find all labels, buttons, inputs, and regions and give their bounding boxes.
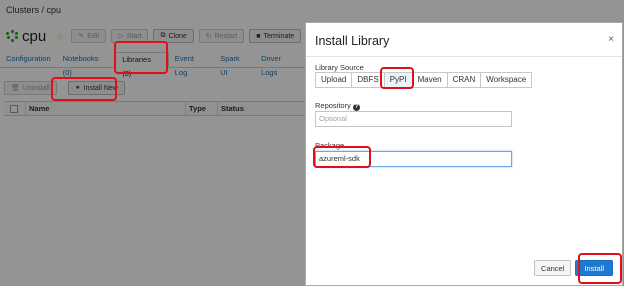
install-button[interactable]: Install [575,260,613,276]
source-dbfs[interactable]: DBFS [351,72,385,88]
help-icon[interactable]: ? [352,104,360,111]
source-pypi[interactable]: PyPI [383,72,413,88]
library-source-selector: Upload DBFS PyPI Maven CRAN Workspace [315,72,533,88]
close-icon[interactable]: × [608,34,614,45]
modal-footer: Cancel Install [534,260,613,276]
repository-input[interactable]: Optional [315,111,512,127]
repository-label-row: Repository ? [315,101,360,111]
modal-title: Install Library [315,34,390,48]
source-cran[interactable]: CRAN [446,72,482,88]
source-upload[interactable]: Upload [315,72,353,88]
source-maven[interactable]: Maven [411,72,448,88]
package-label: Package [315,141,345,150]
source-workspace[interactable]: Workspace [480,72,533,88]
library-source-label: Library Source [315,63,364,72]
repository-label: Repository [315,101,351,110]
modal-header: Install Library × [306,23,622,57]
package-input[interactable]: azureml-sdk [315,151,512,167]
install-library-dialog: Install Library × Library Source Upload … [305,22,623,286]
cancel-button[interactable]: Cancel [534,260,572,276]
